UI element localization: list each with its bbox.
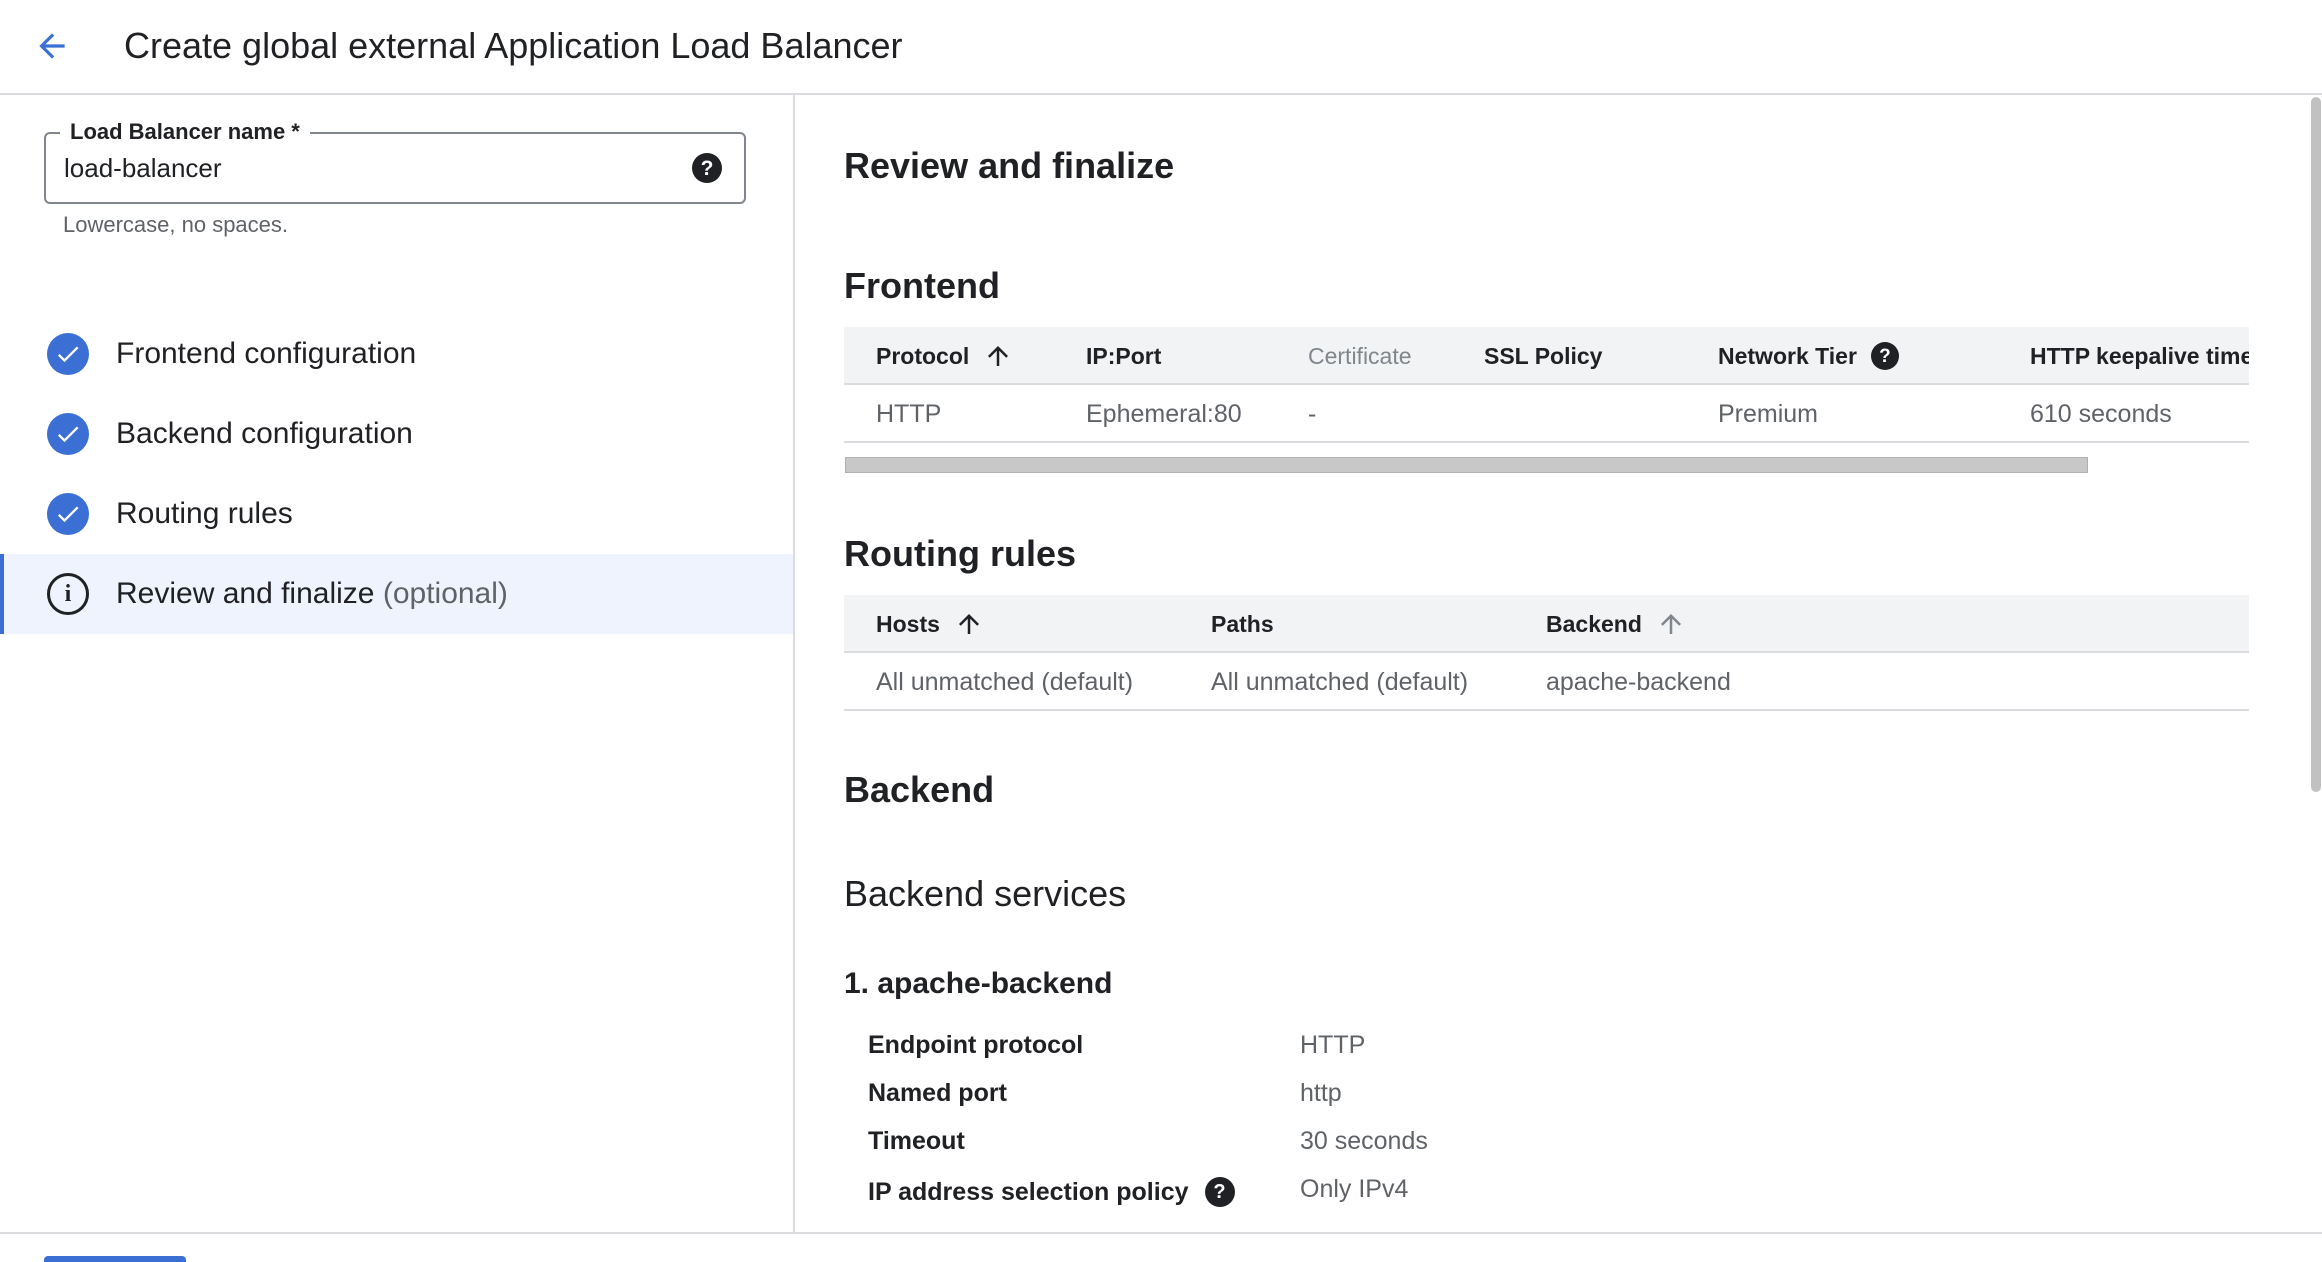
step-backend-configuration[interactable]: Backend configuration: [0, 394, 793, 474]
cell-certificate: -: [1308, 399, 1317, 428]
detail-value-named-port: http: [1300, 1079, 1342, 1107]
horizontal-scrollbar[interactable]: [845, 457, 2088, 473]
column-header-hosts[interactable]: Hosts: [876, 595, 984, 653]
name-field-hint: Lowercase, no spaces.: [63, 212, 289, 237]
step-optional-suffix: (optional): [382, 577, 508, 610]
detail-value-endpoint-protocol: HTTP: [1300, 1031, 1366, 1059]
scrollbar-thumb[interactable]: [2311, 97, 2321, 792]
column-header-ip-port: IP:Port: [1086, 342, 1162, 369]
top-app-bar: Create global external Application Load …: [0, 0, 2322, 95]
check-circle-icon: [47, 413, 89, 455]
column-header-http-keepalive: HTTP keepalive time: [2030, 342, 2249, 369]
check-circle-icon: [47, 333, 89, 375]
table-row: All unmatched (default) All unmatched (d…: [844, 653, 2249, 711]
arrow-back-icon: [39, 33, 65, 59]
column-header-backend[interactable]: Backend: [1546, 595, 1686, 653]
info-icon: i: [47, 573, 89, 615]
detail-key-timeout: Timeout: [868, 1127, 965, 1155]
load-balancer-name-input[interactable]: [64, 150, 644, 186]
detail-key-named-port: Named port: [868, 1079, 1007, 1107]
step-label: Frontend configuration: [116, 337, 417, 370]
table-header: Hosts Paths Backend: [844, 595, 2249, 653]
backend-service-title: 1. apache-backend: [844, 967, 1113, 1000]
load-balancer-name-field: Load Balancer name * ?: [44, 118, 746, 204]
backend-services-heading: Backend services: [844, 873, 1127, 914]
step-routing-rules[interactable]: Routing rules: [0, 474, 793, 554]
arrow-upward-icon: [954, 609, 984, 639]
step-review-and-finalize[interactable]: i Review and finalize (optional): [0, 554, 793, 634]
detail-key-endpoint-protocol: Endpoint protocol: [868, 1031, 1084, 1059]
page-title: Create global external Application Load …: [124, 25, 903, 66]
cell-paths: All unmatched (default): [1211, 667, 1469, 696]
cell-ip-port: Ephemeral:80: [1086, 399, 1242, 428]
step-label: Routing rules: [116, 497, 293, 530]
bottom-action-bar: [0, 1232, 2322, 1262]
help-icon[interactable]: ?: [1870, 342, 1899, 370]
detail-value-ip-address-selection-policy: Only IPv4: [1300, 1175, 1409, 1203]
step-label: Backend configuration: [116, 417, 413, 450]
frontend-table: Protocol IP:Port Certificate SSL Policy …: [844, 327, 2249, 445]
column-header-certificate: Certificate: [1308, 342, 1412, 369]
column-header-network-tier: Network Tier ?: [1718, 327, 1899, 385]
vertical-scrollbar[interactable]: [2308, 97, 2322, 1232]
cell-http-keepalive: 610 seconds: [2030, 399, 2172, 428]
detail-value-timeout: 30 seconds: [1300, 1127, 1428, 1155]
routing-rules-heading: Routing rules: [844, 533, 1076, 574]
column-header-paths: Paths: [1211, 610, 1274, 637]
arrow-upward-icon: [1656, 609, 1686, 639]
arrow-upward-icon: [983, 341, 1013, 371]
wizard-sidebar: Load Balancer name * ? Lowercase, no spa…: [0, 95, 795, 1232]
step-label-text: Review and finalize: [116, 577, 375, 610]
review-panel: Review and finalize Frontend Protocol IP…: [797, 97, 2322, 1232]
cell-protocol: HTTP: [876, 399, 942, 428]
column-header-protocol[interactable]: Protocol: [876, 327, 1013, 385]
detail-key-label: IP address selection policy: [868, 1177, 1189, 1206]
check-circle-icon: [47, 493, 89, 535]
column-header-label: Backend: [1546, 610, 1642, 637]
create-button[interactable]: [44, 1256, 186, 1262]
routing-rules-table: Hosts Paths Backend All unmatched (defau…: [844, 595, 2249, 713]
table-row: HTTP Ephemeral:80 - Premium 610 seconds: [844, 385, 2249, 443]
cell-network-tier: Premium: [1718, 399, 1819, 428]
backend-heading: Backend: [844, 769, 995, 810]
detail-key-ip-address-selection-policy: IP address selection policy ?: [868, 1177, 1235, 1207]
help-icon[interactable]: ?: [692, 153, 722, 183]
column-header-ssl-policy: SSL Policy: [1484, 342, 1603, 369]
step-label: Review and finalize (optional): [116, 577, 508, 611]
cell-hosts: All unmatched (default): [876, 667, 1134, 696]
step-frontend-configuration[interactable]: Frontend configuration: [0, 314, 793, 394]
back-button[interactable]: [26, 20, 78, 72]
column-header-label: Network Tier: [1718, 342, 1857, 369]
column-header-label: Protocol: [876, 342, 970, 369]
cell-backend: apache-backend: [1546, 667, 1731, 696]
load-balancer-name-label: Load Balancer name *: [60, 118, 310, 146]
column-header-label: Hosts: [876, 610, 940, 637]
help-icon[interactable]: ?: [1204, 1177, 1235, 1207]
review-title: Review and finalize: [844, 145, 1175, 186]
table-header: Protocol IP:Port Certificate SSL Policy …: [844, 327, 2249, 385]
frontend-heading: Frontend: [844, 265, 1000, 306]
